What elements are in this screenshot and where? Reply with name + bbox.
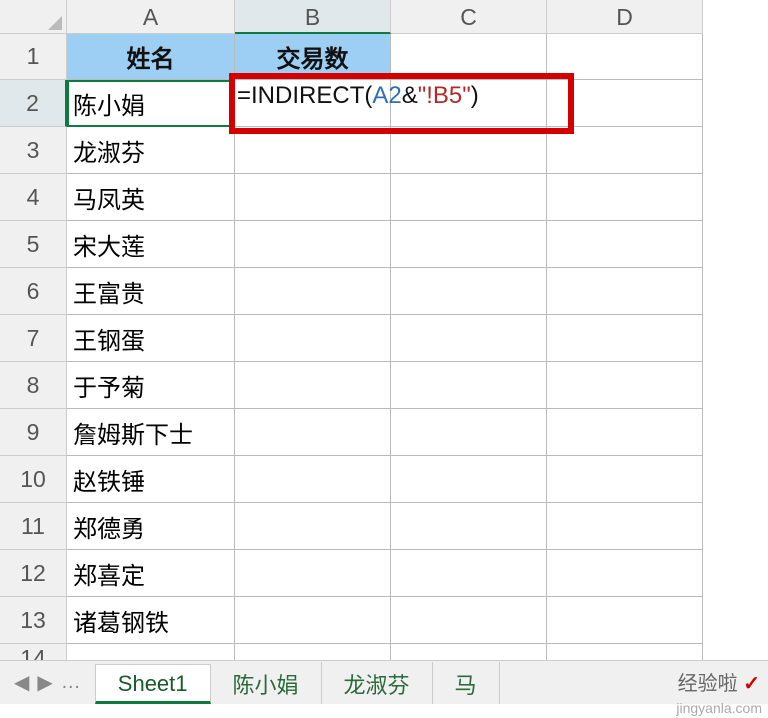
- row-header-10[interactable]: 10: [0, 456, 67, 503]
- row-header-6[interactable]: 6: [0, 268, 67, 315]
- cell-D4[interactable]: [547, 174, 703, 221]
- cell-B11[interactable]: [235, 503, 391, 550]
- formula-fn: INDIRECT: [251, 82, 364, 109]
- cell-D13[interactable]: [547, 597, 703, 644]
- cell-C10[interactable]: [391, 456, 547, 503]
- tab-nav-prev-icon[interactable]: ◀: [14, 670, 29, 695]
- tab-name-2[interactable]: 龙淑芬: [322, 662, 433, 704]
- cell-A2[interactable]: 陈小娟: [67, 80, 235, 127]
- row-headers: 1 2 3 4 5 6 7 8 9 10 11 12 13 14: [0, 34, 67, 674]
- cell-B12[interactable]: [235, 550, 391, 597]
- cell-A6[interactable]: 王富贵: [67, 268, 235, 315]
- cell-B6[interactable]: [235, 268, 391, 315]
- col-header-D[interactable]: D: [547, 0, 703, 34]
- tabs-container: Sheet1 陈小娟 龙淑芬 马: [95, 660, 500, 704]
- cell-B13[interactable]: [235, 597, 391, 644]
- check-icon: ✓: [743, 673, 760, 695]
- row-header-12[interactable]: 12: [0, 550, 67, 597]
- row-header-13[interactable]: 13: [0, 597, 67, 644]
- cell-C11[interactable]: [391, 503, 547, 550]
- cell-D10[interactable]: [547, 456, 703, 503]
- row-header-8[interactable]: 8: [0, 362, 67, 409]
- cell-C7[interactable]: [391, 315, 547, 362]
- cell-D12[interactable]: [547, 550, 703, 597]
- cell-B4[interactable]: [235, 174, 391, 221]
- formula-eq: =: [237, 82, 251, 109]
- cell-C5[interactable]: [391, 221, 547, 268]
- row-header-1[interactable]: 1: [0, 34, 67, 80]
- cell-C1[interactable]: [391, 34, 547, 80]
- cell-B5[interactable]: [235, 221, 391, 268]
- cell-B3[interactable]: [235, 127, 391, 174]
- cell-D7[interactable]: [547, 315, 703, 362]
- cell-A10[interactable]: 赵铁锤: [67, 456, 235, 503]
- cell-A4[interactable]: 马凤英: [67, 174, 235, 221]
- cell-B8[interactable]: [235, 362, 391, 409]
- tab-nav-more-icon[interactable]: …: [61, 671, 81, 694]
- cell-A9[interactable]: 詹姆斯下士: [67, 409, 235, 456]
- row-header-4[interactable]: 4: [0, 174, 67, 221]
- cell-C12[interactable]: [391, 550, 547, 597]
- cell-A12[interactable]: 郑喜定: [67, 550, 235, 597]
- row-header-3[interactable]: 3: [0, 127, 67, 174]
- col-header-B[interactable]: B: [235, 0, 391, 34]
- cell-D5[interactable]: [547, 221, 703, 268]
- cell-D3[interactable]: [547, 127, 703, 174]
- cell-A3[interactable]: 龙淑芬: [67, 127, 235, 174]
- sheet-tab-bar: ◀ ▶ … Sheet1 陈小娟 龙淑芬 马: [0, 660, 768, 704]
- col-header-C[interactable]: C: [391, 0, 547, 34]
- grid-cells: 姓名 交易数 陈小娟 龙淑芬 马凤英 宋大莲: [67, 34, 703, 674]
- watermark-site: jingyanla.com: [676, 700, 762, 716]
- tab-name-3[interactable]: 马: [433, 662, 500, 704]
- formula-ref: A2: [372, 82, 401, 109]
- cell-D1[interactable]: [547, 34, 703, 80]
- row-header-2[interactable]: 2: [0, 80, 67, 127]
- cell-C3[interactable]: [391, 127, 547, 174]
- row-header-11[interactable]: 11: [0, 503, 67, 550]
- tab-nav-next-icon[interactable]: ▶: [37, 670, 52, 695]
- cell-C9[interactable]: [391, 409, 547, 456]
- cell-A7[interactable]: 王钢蛋: [67, 315, 235, 362]
- row-header-5[interactable]: 5: [0, 221, 67, 268]
- column-headers: A B C D: [67, 0, 703, 34]
- select-all-corner[interactable]: [0, 0, 67, 34]
- formula-amp: &: [402, 82, 418, 109]
- formula-str: "!B5": [418, 82, 471, 109]
- cell-A11[interactable]: 郑德勇: [67, 503, 235, 550]
- watermark: 经验啦 ✓: [678, 667, 760, 696]
- cell-A8[interactable]: 于予菊: [67, 362, 235, 409]
- cell-D2[interactable]: [547, 80, 703, 127]
- header-cell-count[interactable]: 交易数: [235, 34, 391, 80]
- header-cell-name[interactable]: 姓名: [67, 34, 235, 80]
- watermark-text: 经验啦: [678, 673, 738, 695]
- cell-B9[interactable]: [235, 409, 391, 456]
- cell-A5[interactable]: 宋大莲: [67, 221, 235, 268]
- cell-B10[interactable]: [235, 456, 391, 503]
- cell-D9[interactable]: [547, 409, 703, 456]
- cell-C13[interactable]: [391, 597, 547, 644]
- cell-C8[interactable]: [391, 362, 547, 409]
- formula-close: ): [471, 82, 479, 109]
- cell-C4[interactable]: [391, 174, 547, 221]
- tab-name-1[interactable]: 陈小娟: [211, 662, 322, 704]
- cell-D11[interactable]: [547, 503, 703, 550]
- cell-D6[interactable]: [547, 268, 703, 315]
- col-header-A[interactable]: A: [67, 0, 235, 34]
- cell-D8[interactable]: [547, 362, 703, 409]
- cell-B7[interactable]: [235, 315, 391, 362]
- cell-C6[interactable]: [391, 268, 547, 315]
- formula-display[interactable]: =INDIRECT(A2&"!B5"): [237, 82, 479, 110]
- cell-A13[interactable]: 诸葛钢铁: [67, 597, 235, 644]
- row-header-9[interactable]: 9: [0, 409, 67, 456]
- tab-sheet1[interactable]: Sheet1: [95, 664, 211, 704]
- row-header-7[interactable]: 7: [0, 315, 67, 362]
- tab-nav-controls: ◀ ▶ …: [0, 660, 95, 704]
